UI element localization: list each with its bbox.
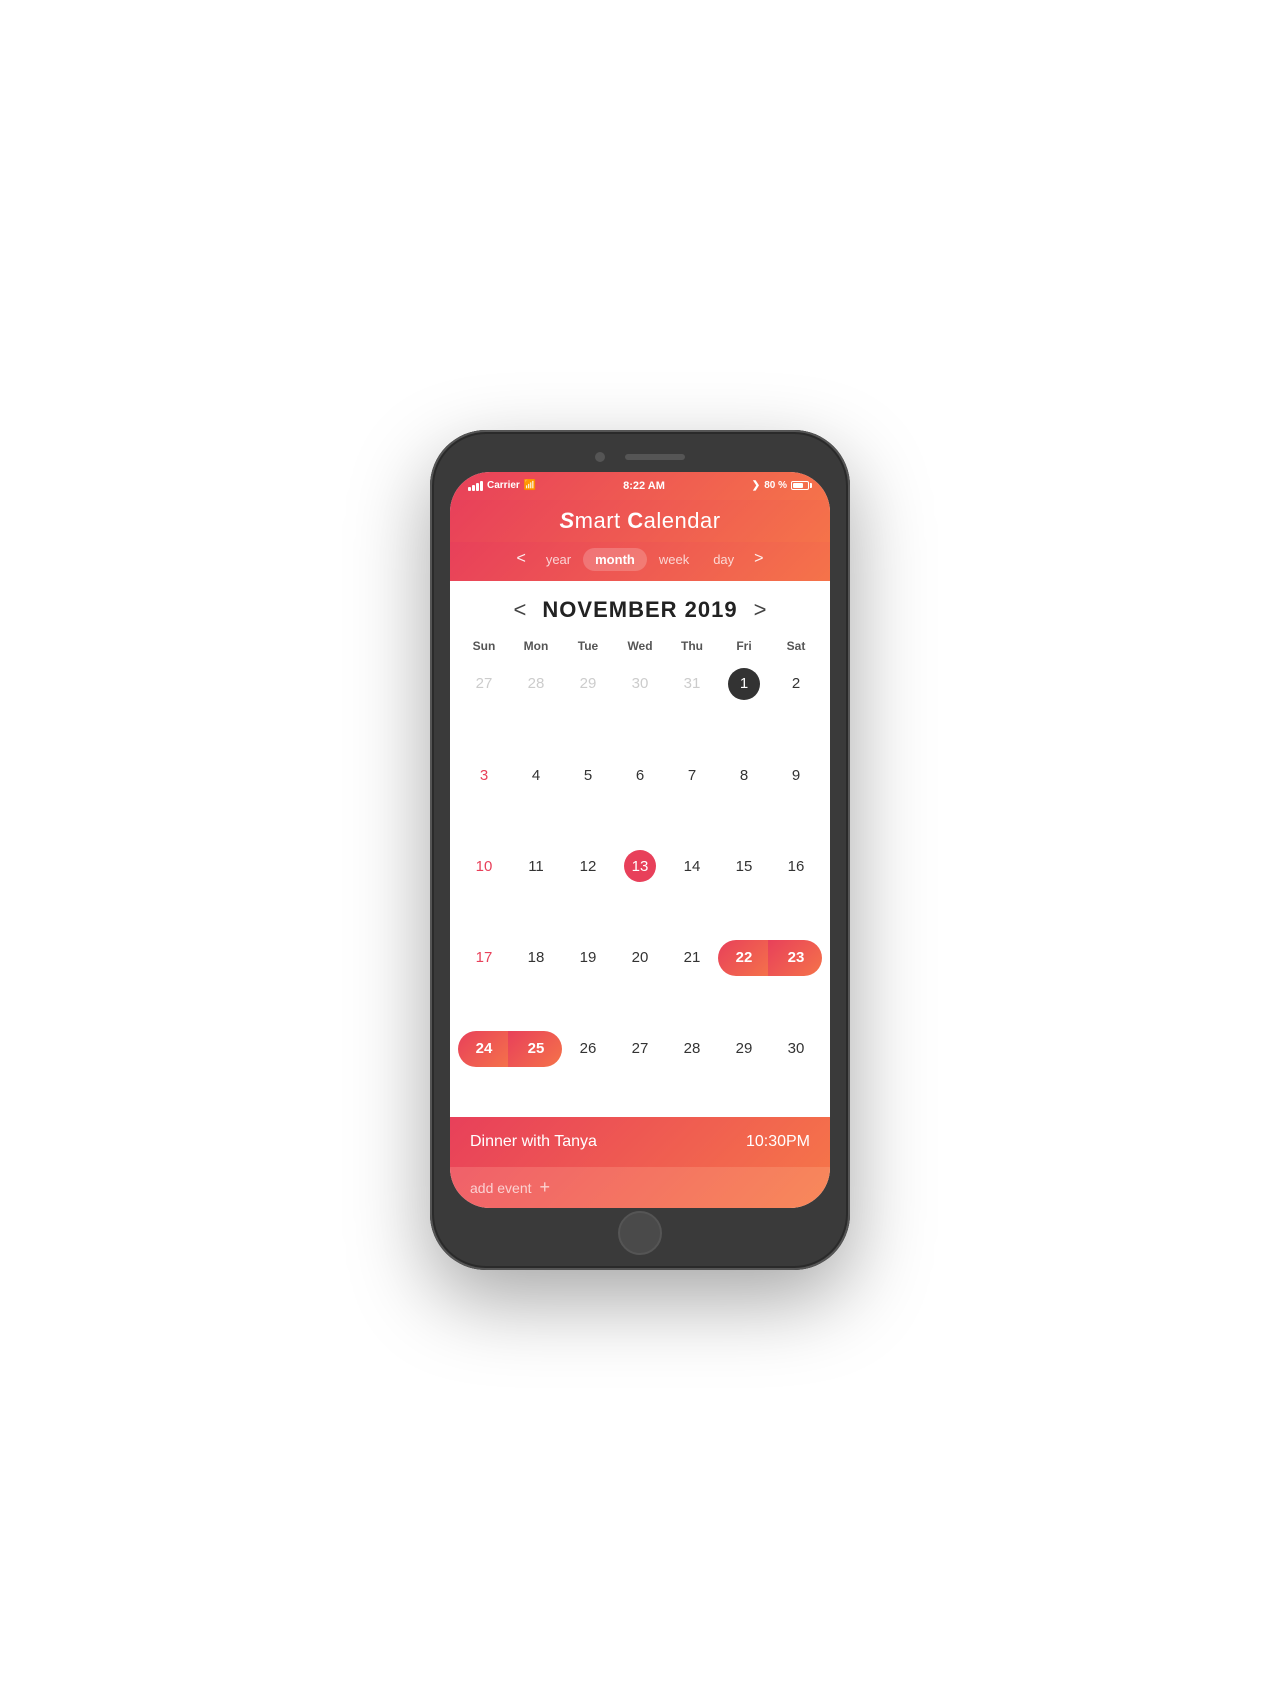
day-31-oct[interactable]: 31 [666, 661, 718, 707]
phone-bottom [618, 1208, 662, 1258]
tab-day[interactable]: day [701, 548, 746, 571]
title-mart: mart [575, 508, 628, 533]
day-30[interactable]: 30 [770, 1026, 822, 1072]
phone-screen: Carrier 📶 8:22 AM ❯ 80 % Smart Calend [450, 472, 830, 1208]
day-17[interactable]: 17 [458, 935, 510, 981]
day-24[interactable]: 24 [458, 1026, 510, 1072]
tabs-prev-chevron[interactable]: < [508, 550, 533, 568]
header-fri: Fri [718, 635, 770, 657]
day-21[interactable]: 21 [666, 935, 718, 981]
add-event-bar[interactable]: add event + [450, 1167, 830, 1208]
carrier-label: Carrier [487, 480, 520, 491]
day-13[interactable]: 13 [614, 843, 666, 889]
day-29-oct[interactable]: 29 [562, 661, 614, 707]
view-tabs: < year month week day > [450, 542, 830, 581]
day-20[interactable]: 20 [614, 935, 666, 981]
day-8[interactable]: 8 [718, 752, 770, 798]
day-7[interactable]: 7 [666, 752, 718, 798]
title-alendar: alendar [644, 508, 721, 533]
day-22[interactable]: 22 [718, 935, 770, 981]
day-headers: Sun Mon Tue Wed Thu Fri Sat [450, 631, 830, 661]
event-time: 10:30PM [746, 1133, 810, 1151]
day-18[interactable]: 18 [510, 935, 562, 981]
tab-week[interactable]: week [647, 548, 701, 571]
day-4[interactable]: 4 [510, 752, 562, 798]
header-mon: Mon [510, 635, 562, 657]
header-sun: Sun [458, 635, 510, 657]
header-wed: Wed [614, 635, 666, 657]
battery-percent: 80 % [764, 480, 787, 491]
phone-frame: Carrier 📶 8:22 AM ❯ 80 % Smart Calend [430, 430, 850, 1270]
day-6[interactable]: 6 [614, 752, 666, 798]
day-14[interactable]: 14 [666, 843, 718, 889]
calendar-grid: 27 28 29 30 31 1 2 3 4 5 6 7 8 9 10 11 1… [450, 661, 830, 1117]
tab-year[interactable]: year [534, 548, 583, 571]
day-11[interactable]: 11 [510, 843, 562, 889]
day-2[interactable]: 2 [770, 661, 822, 707]
day-27-oct[interactable]: 27 [458, 661, 510, 707]
location-icon: ❯ [752, 480, 760, 491]
add-event-plus[interactable]: + [540, 1177, 551, 1198]
day-10[interactable]: 10 [458, 843, 510, 889]
header-sat: Sat [770, 635, 822, 657]
status-right: ❯ 80 % [752, 480, 812, 491]
calendar-body: < NOVEMBER 2019 > Sun Mon Tue Wed Thu Fr… [450, 581, 830, 1117]
wifi-icon: 📶 [524, 480, 536, 491]
day-16[interactable]: 16 [770, 843, 822, 889]
front-camera [595, 452, 605, 462]
title-s: S [559, 508, 574, 533]
next-month-button[interactable]: > [754, 597, 767, 623]
tabs-next-chevron[interactable]: > [746, 550, 771, 568]
event-item-1[interactable]: Dinner with Tanya 10:30PM [470, 1129, 810, 1155]
header-thu: Thu [666, 635, 718, 657]
day-29[interactable]: 29 [718, 1026, 770, 1072]
tab-month[interactable]: month [583, 548, 647, 571]
signal-icon [468, 481, 483, 491]
time-display: 8:22 AM [623, 480, 665, 492]
day-23[interactable]: 23 [770, 935, 822, 981]
day-5[interactable]: 5 [562, 752, 614, 798]
event-name: Dinner with Tanya [470, 1133, 597, 1151]
add-event-label: add event [470, 1180, 532, 1196]
day-9[interactable]: 9 [770, 752, 822, 798]
month-year-title: NOVEMBER 2019 [542, 597, 737, 623]
day-15[interactable]: 15 [718, 843, 770, 889]
status-bar: Carrier 📶 8:22 AM ❯ 80 % [450, 472, 830, 500]
home-button[interactable] [618, 1211, 662, 1255]
app-header: Smart Calendar [450, 500, 830, 542]
day-28-oct[interactable]: 28 [510, 661, 562, 707]
title-c: C [627, 508, 643, 533]
battery-icon [791, 481, 812, 490]
day-1[interactable]: 1 [718, 661, 770, 707]
day-27[interactable]: 27 [614, 1026, 666, 1072]
day-25[interactable]: 25 [510, 1026, 562, 1072]
day-12[interactable]: 12 [562, 843, 614, 889]
day-19[interactable]: 19 [562, 935, 614, 981]
prev-month-button[interactable]: < [514, 597, 527, 623]
day-28[interactable]: 28 [666, 1026, 718, 1072]
status-left: Carrier 📶 [468, 480, 536, 491]
phone-top [595, 442, 685, 472]
app-title: Smart Calendar [466, 508, 814, 542]
day-30-oct[interactable]: 30 [614, 661, 666, 707]
events-section: Dinner with Tanya 10:30PM [450, 1117, 830, 1167]
phone-speaker [625, 454, 685, 460]
day-26[interactable]: 26 [562, 1026, 614, 1072]
day-3[interactable]: 3 [458, 752, 510, 798]
month-nav: < NOVEMBER 2019 > [450, 581, 830, 631]
header-tue: Tue [562, 635, 614, 657]
